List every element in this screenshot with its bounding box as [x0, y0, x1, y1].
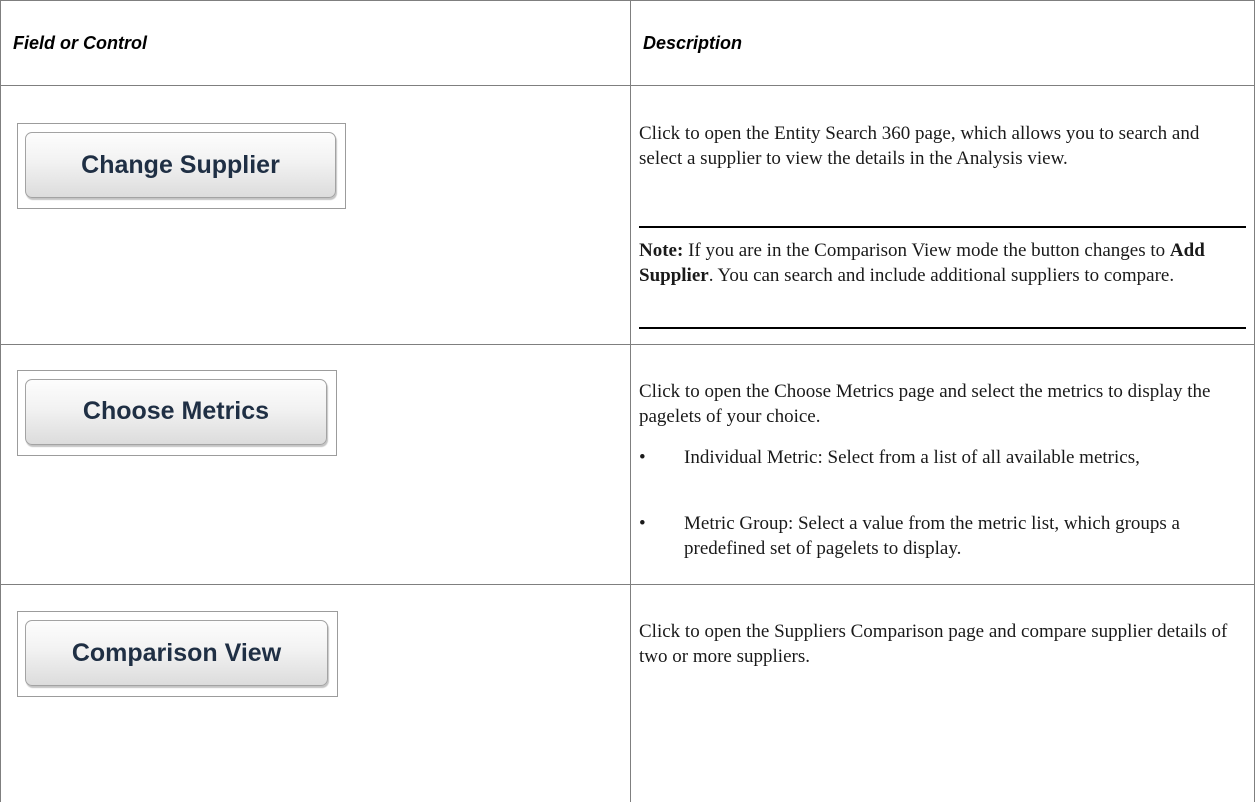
description-cell: Click to open the Choose Metrics page an… — [630, 343, 1255, 586]
table-row: Choose Metrics Click to open the Choose … — [0, 343, 1255, 586]
description-cell: Click to open the Suppliers Comparison p… — [630, 584, 1255, 802]
table-header-row: Field or Control Description — [0, 0, 1255, 87]
list-item-text: Metric Group: Select a value from the me… — [684, 512, 1180, 559]
choose-metrics-button[interactable]: Choose Metrics — [25, 378, 327, 445]
note-label: Note: — [639, 240, 684, 262]
table-row: Comparison View Click to open the Suppli… — [0, 584, 1255, 802]
description-text: Click to open the Choose Metrics page an… — [639, 380, 1211, 427]
list-item: • Individual Metric: Select from a list … — [639, 445, 1239, 470]
comparison-view-button[interactable]: Comparison View — [25, 620, 328, 687]
description-text: Click to open the Suppliers Comparison p… — [639, 621, 1228, 668]
comparison-view-button-image: Comparison View — [17, 611, 338, 698]
change-supplier-button[interactable]: Change Supplier — [25, 132, 336, 199]
description-cell: Click to open the Entity Search 360 page… — [630, 85, 1255, 345]
change-supplier-button-image: Change Supplier — [17, 123, 346, 210]
field-description-table: Field or Control Description Change Supp… — [0, 0, 1255, 802]
description-column-header: Description — [630, 0, 1255, 87]
note-text-after: . You can search and include additional … — [708, 265, 1175, 287]
field-cell: Choose Metrics — [0, 343, 631, 586]
choose-metrics-button-image: Choose Metrics — [17, 369, 337, 456]
note-divider-top — [639, 226, 1246, 229]
note-text: Note: If you are in the Comparison View … — [639, 238, 1229, 288]
note-divider-bottom — [639, 327, 1246, 330]
description-text: Click to open the Entity Search 360 page… — [639, 123, 1200, 170]
bullet-icon: • — [639, 446, 646, 468]
bullet-icon: • — [639, 512, 646, 534]
field-cell: Change Supplier — [0, 85, 631, 345]
field-column-header: Field or Control — [0, 0, 631, 87]
list-item-text: Individual Metric: Select from a list of… — [684, 446, 1140, 468]
table-row: Change Supplier Click to open the Entity… — [0, 85, 1255, 345]
field-cell: Comparison View — [0, 584, 631, 802]
list-item: • Metric Group: Select a value from the … — [639, 511, 1239, 561]
note-text-before: If you are in the Comparison View mode t… — [683, 240, 1170, 262]
